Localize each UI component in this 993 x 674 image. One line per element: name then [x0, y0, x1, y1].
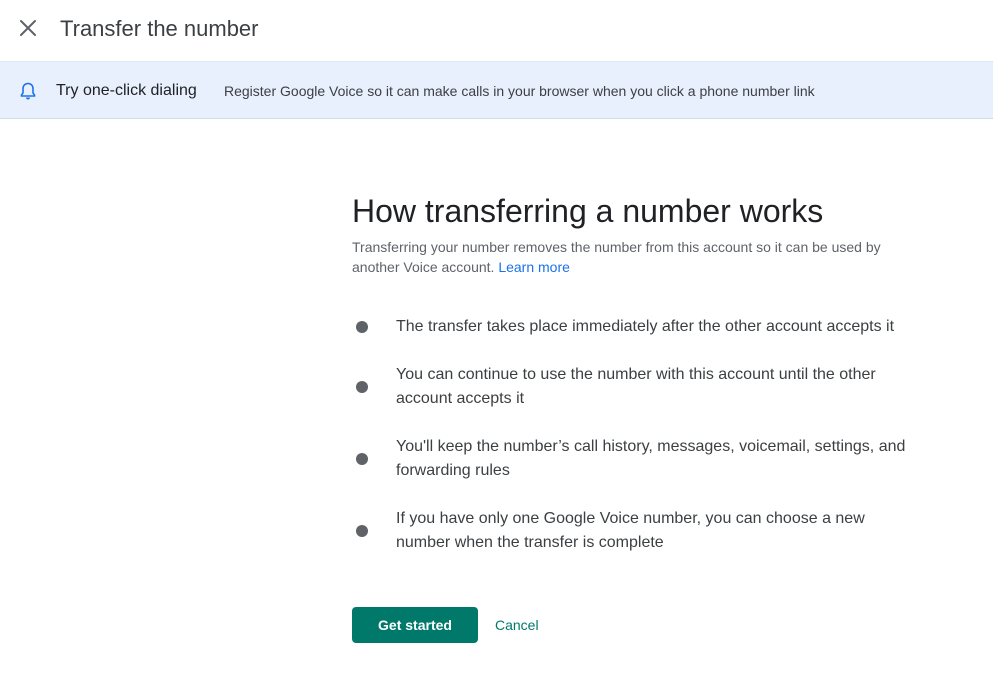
list-item: You'll keep the number’s call history, m… — [352, 435, 922, 483]
intro-text: Transferring your number removes the num… — [352, 239, 881, 275]
info-list: The transfer takes place immediately aft… — [352, 315, 932, 555]
bullet-icon — [356, 525, 368, 537]
bullet-icon — [356, 453, 368, 465]
page-title: Transfer the number — [60, 16, 259, 41]
learn-more-link[interactable]: Learn more — [498, 259, 570, 275]
bullet-icon — [356, 381, 368, 393]
list-item: You can continue to use the number with … — [352, 363, 922, 411]
close-button[interactable] — [14, 14, 42, 42]
transfer-info: How transferring a number works Transfer… — [352, 190, 932, 555]
list-item: The transfer takes place immediately aft… — [352, 315, 922, 339]
close-icon — [20, 20, 36, 36]
page-header: Transfer the number — [0, 0, 993, 61]
intro-paragraph: Transferring your number removes the num… — [352, 237, 912, 277]
one-click-dialing-banner[interactable]: Try one-click dialing Register Google Vo… — [0, 61, 993, 119]
list-item: If you have only one Google Voice number… — [352, 507, 922, 555]
list-item-text: You can continue to use the number with … — [396, 366, 876, 407]
bell-icon — [20, 82, 36, 100]
cancel-button[interactable]: Cancel — [494, 607, 540, 643]
banner-title: Try one-click dialing — [56, 82, 197, 99]
get-started-button[interactable]: Get started — [352, 607, 478, 643]
action-bar: Get started Cancel — [352, 607, 540, 643]
section-heading: How transferring a number works — [352, 193, 824, 229]
list-item-text: If you have only one Google Voice number… — [396, 510, 865, 551]
banner-description: Register Google Voice so it can make cal… — [224, 83, 815, 99]
list-item-text: The transfer takes place immediately aft… — [396, 318, 895, 335]
bullet-icon — [356, 321, 368, 333]
list-item-text: You'll keep the number’s call history, m… — [396, 438, 906, 479]
